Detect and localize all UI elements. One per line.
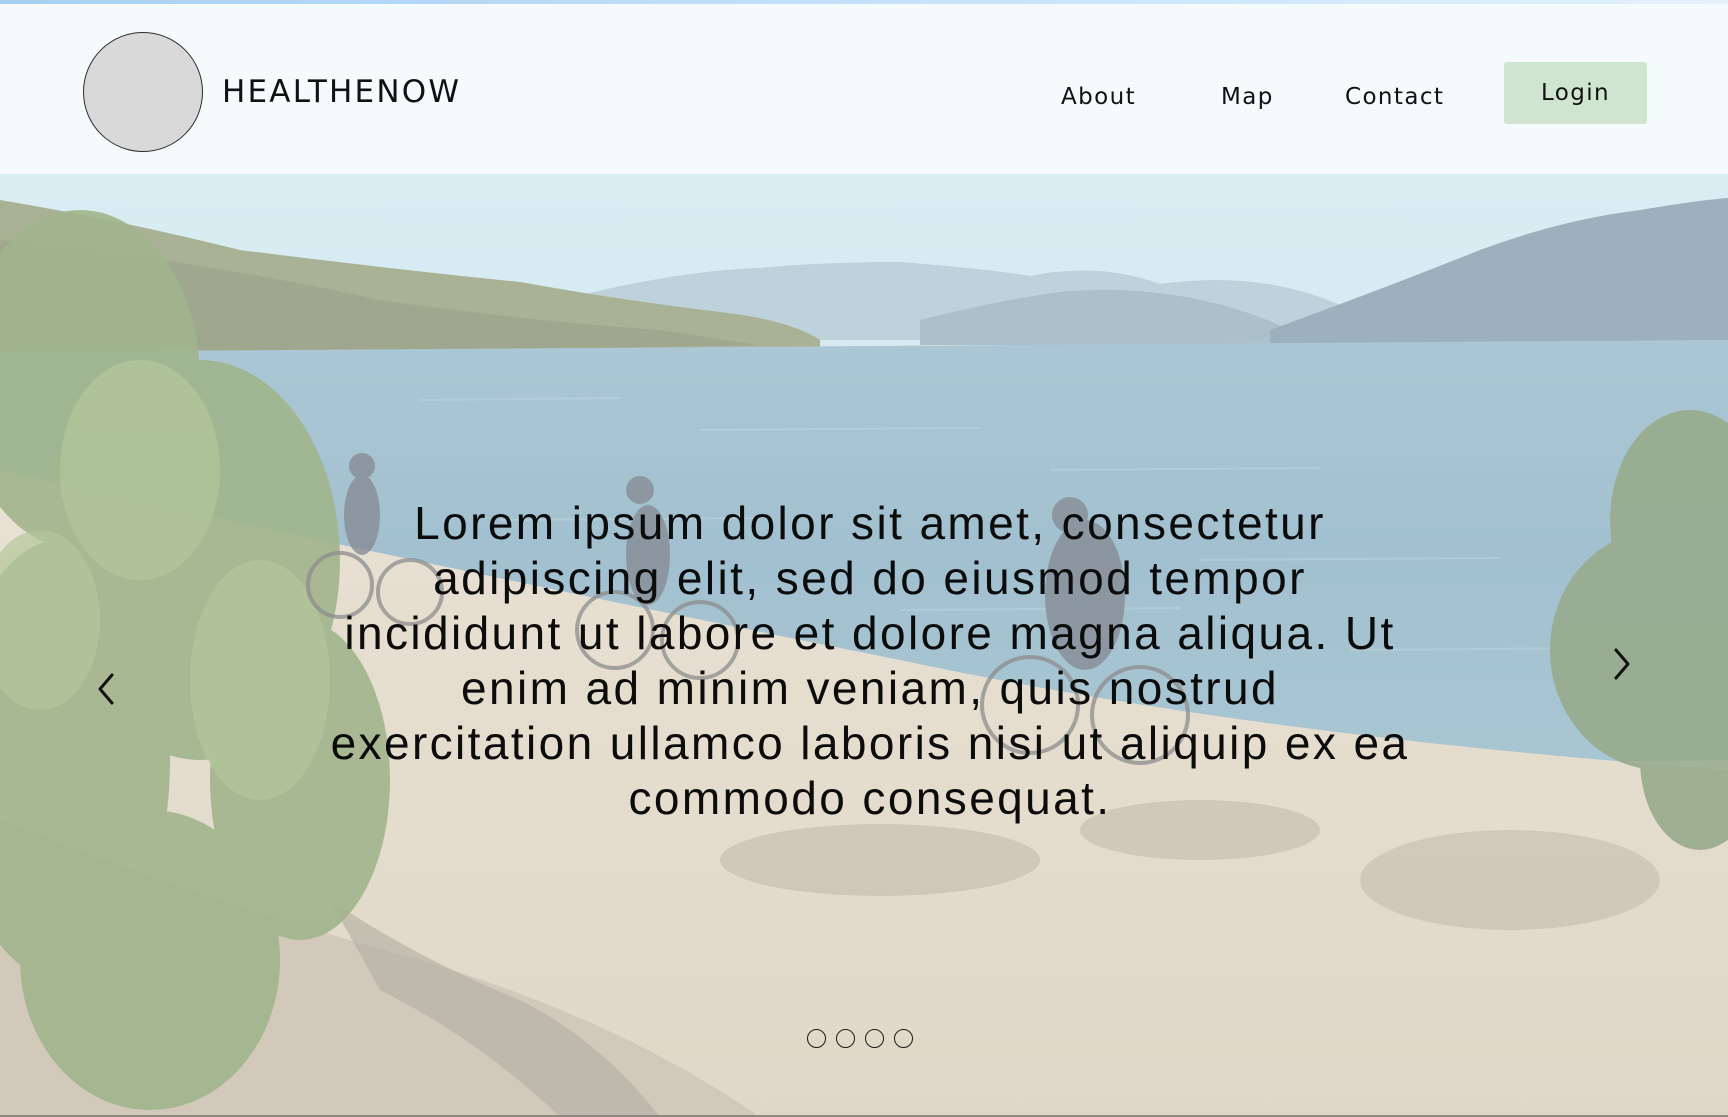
- carousel-dot-1[interactable]: [807, 1029, 826, 1048]
- nav-about-link[interactable]: About: [1061, 84, 1136, 110]
- carousel-indicators: [807, 1029, 913, 1050]
- chevron-left-icon[interactable]: [88, 669, 124, 709]
- carousel-dot-4[interactable]: [894, 1029, 913, 1048]
- landing-page: HEALTHENOW About Map Contact Login Lorem…: [0, 0, 1728, 1117]
- hero-text: Lorem ipsum dolor sit amet, consectetur …: [330, 497, 1410, 824]
- login-button[interactable]: Login: [1504, 62, 1647, 124]
- nav-contact-link[interactable]: Contact: [1345, 84, 1444, 110]
- nav-map-link[interactable]: Map: [1221, 84, 1274, 110]
- carousel-dot-2[interactable]: [836, 1029, 855, 1048]
- logo-placeholder[interactable]: [83, 32, 203, 152]
- site-header: HEALTHENOW About Map Contact Login: [0, 4, 1728, 174]
- chevron-right-icon[interactable]: [1604, 644, 1640, 684]
- brand-name[interactable]: HEALTHENOW: [222, 74, 461, 110]
- carousel-dot-3[interactable]: [865, 1029, 884, 1048]
